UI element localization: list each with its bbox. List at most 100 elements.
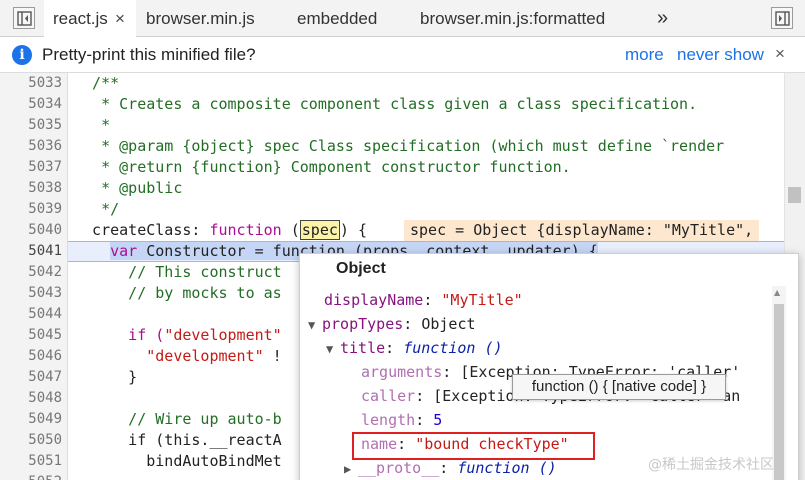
sidebar-toggle-right-icon xyxy=(775,11,790,26)
info-icon: i xyxy=(12,45,32,65)
line-number[interactable]: 5034 xyxy=(0,94,62,115)
keyword-token: var xyxy=(110,242,138,260)
function-tooltip: function () { [native code] } xyxy=(512,374,726,400)
code-line: * xyxy=(74,116,111,134)
close-tab-icon[interactable]: × xyxy=(115,0,125,37)
collapsed-triangle-icon[interactable]: ▶ xyxy=(344,458,358,480)
code-line: bindAutoBindMet xyxy=(74,452,282,470)
code-line-create-class: createClass: function (spec) { xyxy=(74,220,367,241)
line-number[interactable]: 5048 xyxy=(0,388,62,409)
tab-browser-min-js[interactable]: browser.min.js xyxy=(146,0,255,37)
line-number[interactable]: 5040 xyxy=(0,220,62,241)
sidebar-toggle-icon xyxy=(17,11,32,26)
line-number[interactable]: 5051 xyxy=(0,451,62,472)
code-line: * @param {object} spec Class specificati… xyxy=(74,137,725,155)
line-number[interactable]: 5039 xyxy=(0,199,62,220)
prop-key: title xyxy=(340,339,386,357)
tab-label: react.js xyxy=(53,9,108,28)
line-number[interactable]: 5049 xyxy=(0,409,62,430)
prop-length[interactable]: length: 5 xyxy=(361,409,442,432)
code-line: */ xyxy=(74,200,120,218)
line-number[interactable]: 5037 xyxy=(0,157,62,178)
code-token: createClass: xyxy=(74,221,210,239)
line-number[interactable]: 5033 xyxy=(0,73,62,94)
line-number-current[interactable]: 5041 xyxy=(0,241,62,262)
object-preview-popover: Object displayName: "MyTitle" ▼ propTypes… xyxy=(299,253,799,480)
code-line: if (this.__reactA xyxy=(74,431,282,449)
prop-value: Object xyxy=(421,315,476,333)
tab-bar: react.js × browser.min.js embedded brows… xyxy=(0,0,805,38)
code-line: "development" ! xyxy=(74,346,282,367)
line-number[interactable]: 5045 xyxy=(0,325,62,346)
prop-value: function () xyxy=(457,459,557,477)
code-line: // Wire up auto-b xyxy=(74,410,282,428)
code-token: ! xyxy=(263,347,282,365)
inline-variable-value: spec = Object {displayName: "MyTitle", xyxy=(404,220,760,241)
close-infobar-icon[interactable]: × xyxy=(775,44,785,64)
prop-value: "MyTitle" xyxy=(441,291,523,309)
expanded-triangle-icon[interactable]: ▼ xyxy=(308,314,322,337)
prop-key: caller xyxy=(361,387,416,405)
tab-react-js[interactable]: react.js × xyxy=(44,0,136,38)
editor-scroll-thumb[interactable] xyxy=(788,187,801,203)
prop-key: length xyxy=(361,411,416,429)
prop-title[interactable]: ▼ title: function () xyxy=(326,337,503,360)
expanded-triangle-icon[interactable]: ▼ xyxy=(326,338,340,361)
line-number-gutter: 5033 5034 5035 5036 5037 5038 5039 5040 … xyxy=(0,73,68,480)
tab-label: browser.min.js:formatted xyxy=(420,9,606,28)
line-number[interactable]: 5042 xyxy=(0,262,62,283)
keyword-token: function xyxy=(209,221,282,239)
prop-key: propTypes xyxy=(322,315,404,333)
prop-key: __proto__ xyxy=(358,459,440,477)
line-number[interactable]: 5047 xyxy=(0,367,62,388)
prop-value: 5 xyxy=(433,411,443,429)
code-line: /** xyxy=(74,74,120,92)
code-line: if ("development" xyxy=(74,325,282,346)
selected-code: Constructor = fun xyxy=(137,242,300,260)
more-tabs-icon[interactable]: » xyxy=(657,0,668,37)
line-number[interactable]: 5043 xyxy=(0,283,62,304)
prop-value: function () xyxy=(403,339,503,357)
line-number[interactable]: 5036 xyxy=(0,136,62,157)
code-line: // by mocks to as xyxy=(74,284,282,302)
prop-key: displayName xyxy=(324,291,424,309)
string-token: "development" xyxy=(164,326,282,344)
code-line: * @public xyxy=(74,179,183,197)
prop-key: arguments xyxy=(361,363,443,381)
scroll-up-arrow-icon[interactable]: ▲ xyxy=(774,288,780,297)
pretty-print-infobar: i Pretty-print this minified file? more … xyxy=(0,37,805,73)
tab-browser-min-js-formatted[interactable]: browser.min.js:formatted xyxy=(420,0,605,37)
string-token: "development" xyxy=(146,347,264,365)
line-number[interactable]: 5035 xyxy=(0,115,62,136)
line-number[interactable]: 5050 xyxy=(0,430,62,451)
tab-embedded[interactable]: embedded xyxy=(297,0,377,37)
code-line: } xyxy=(74,368,138,386)
code-token: ) { xyxy=(339,221,367,239)
more-link[interactable]: more xyxy=(625,45,664,65)
prop-proto[interactable]: ▶ __proto__: function () xyxy=(344,457,557,480)
tab-label: browser.min.js xyxy=(146,9,255,28)
code-line: * Creates a composite component class gi… xyxy=(74,95,698,113)
code-token: ( xyxy=(281,221,300,239)
code-line: // This construct xyxy=(74,263,282,281)
popover-scroll-thumb[interactable] xyxy=(774,304,784,480)
code-token: if ( xyxy=(74,326,165,344)
line-number[interactable]: 5044 xyxy=(0,304,62,325)
prop-proptypes[interactable]: ▼ propTypes: Object xyxy=(308,313,476,336)
watermark: @稀土掘金技术社区 xyxy=(648,457,774,473)
code-line: * @return {function} Component construct… xyxy=(74,158,571,176)
name-property-red-annotation xyxy=(352,432,595,460)
tab-label: embedded xyxy=(297,9,378,28)
popover-title: Object xyxy=(336,260,386,277)
toggle-debugger-button[interactable] xyxy=(771,7,793,29)
infobar-message: Pretty-print this minified file? xyxy=(42,45,256,64)
line-number[interactable]: 5046 xyxy=(0,346,62,367)
toggle-navigator-button[interactable] xyxy=(13,7,35,29)
spec-variable-highlight[interactable]: spec xyxy=(299,220,340,240)
never-show-link[interactable]: never show xyxy=(677,45,764,65)
prop-display-name[interactable]: displayName: "MyTitle" xyxy=(324,289,523,312)
line-number[interactable]: 5052 xyxy=(0,472,62,480)
line-number[interactable]: 5038 xyxy=(0,178,62,199)
